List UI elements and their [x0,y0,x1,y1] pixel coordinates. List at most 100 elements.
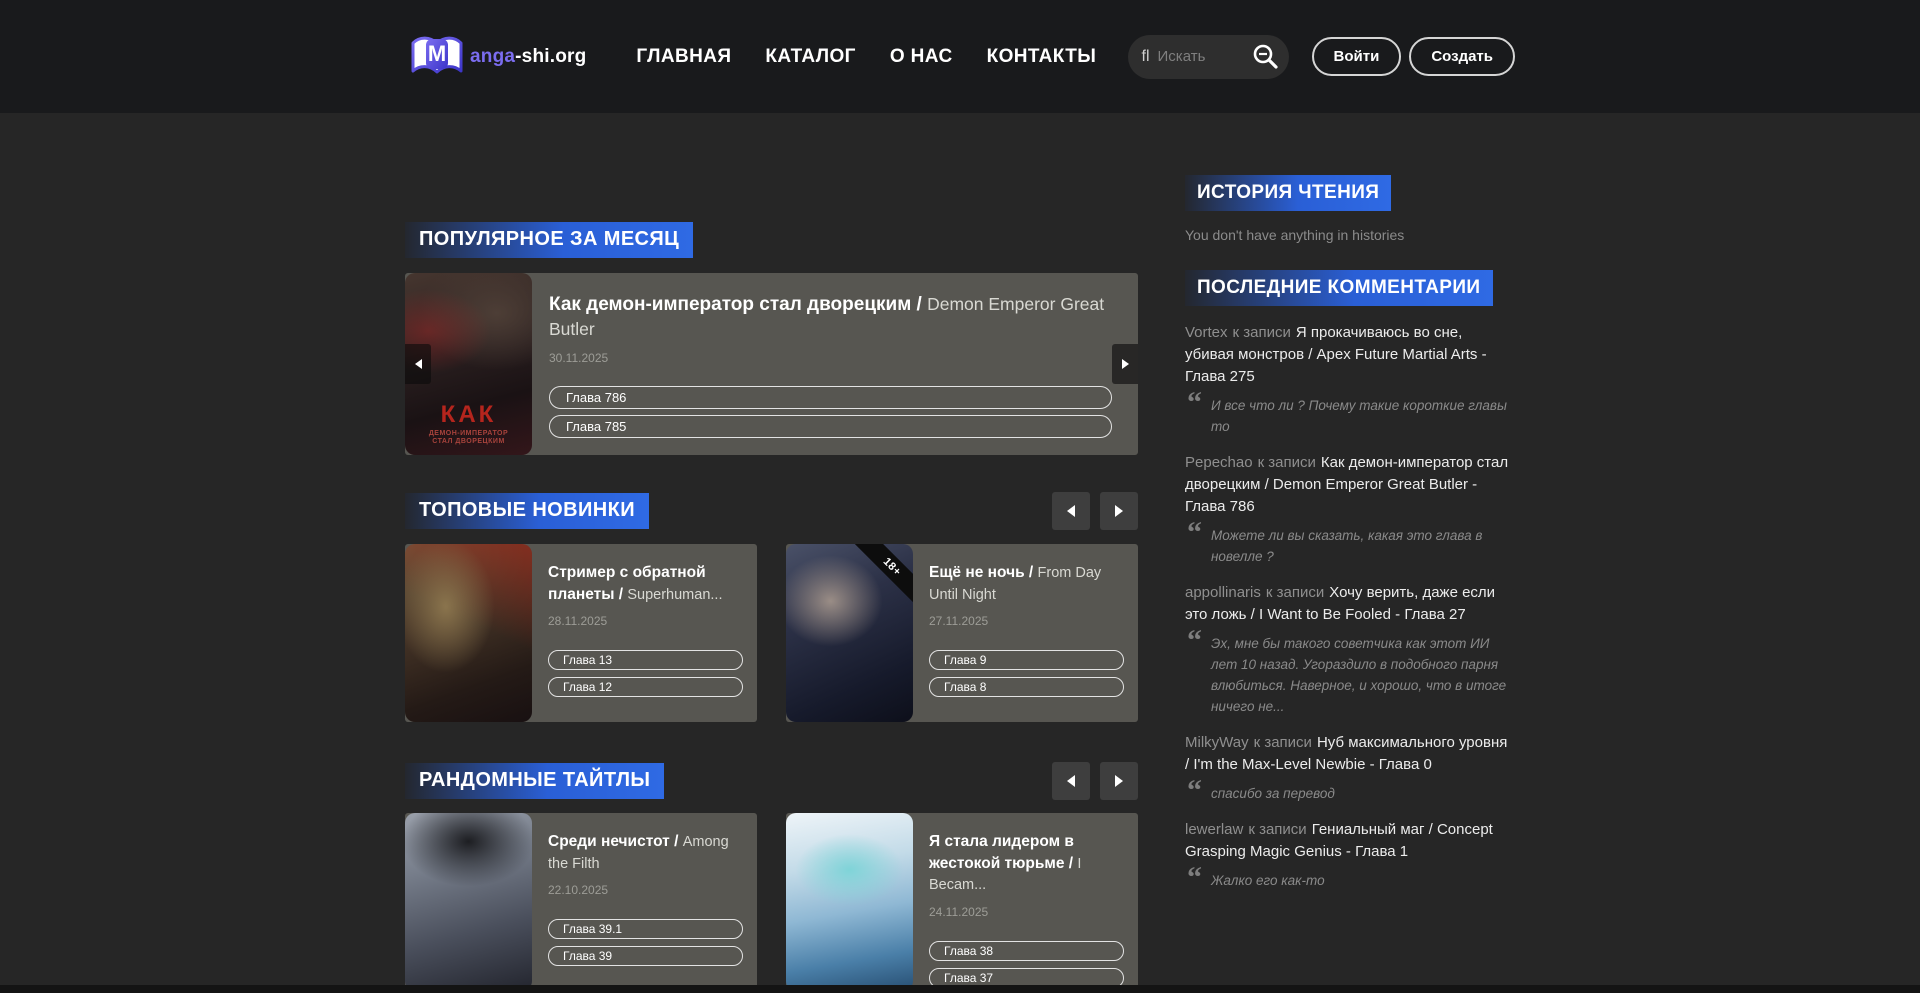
login-button[interactable]: Войти [1312,37,1402,76]
chevron-left-icon [1067,775,1075,787]
register-button[interactable]: Создать [1409,37,1515,76]
comment-item: Vortexк записиЯ прокачиваюсь во сне, уби… [1185,322,1515,438]
chapter-link[interactable]: Глава 785 [549,415,1112,438]
page-content: ПОПУЛЯРНОЕ ЗА МЕСЯЦ КАК ДЕМОН-ИМПЕРАТОР … [405,113,1515,985]
section-title-random: РАНДОМНЫЕ ТАЙТЛЫ [405,763,664,799]
carousel-prev-button[interactable] [1052,762,1090,800]
chapter-list: Глава 13 Глава 12 [548,650,739,697]
manga-card: 18+ Ещё не ночь / From Day Until Night 2… [786,544,1138,722]
comment-username: MilkyWay [1185,734,1249,751]
chapter-link[interactable]: Глава 39.1 [548,919,743,939]
chevron-left-icon [415,359,422,369]
chapter-link[interactable]: Глава 13 [548,650,743,670]
cards-row: Стример с обратной планеты / Superhuman.… [405,544,1138,722]
card-body: Как демон-император стал дворецким / Dem… [532,273,1138,455]
carousel-next-button[interactable] [1100,492,1138,530]
header: M anga-shi.org ГЛАВНАЯ КАТАЛОГ О НАС КОН… [0,0,1920,113]
comment-username: Vortex [1185,324,1228,341]
comment-text: Эх, мне бы такого советчика как этот ИИ … [1211,633,1515,718]
search-input[interactable] [1158,48,1252,65]
open-book-icon: M [410,34,464,80]
featured-prev-button[interactable] [405,344,431,384]
nav-home[interactable]: ГЛАВНАЯ [636,46,731,68]
cover-image[interactable] [786,813,913,985]
comment-text: Можете ли вы сказать, какая это глава в … [1211,525,1515,568]
chevron-right-icon [1122,359,1129,369]
quote-icon: “ [1187,633,1200,718]
comment-username: lewerlaw [1185,821,1243,838]
quote-icon: “ [1187,525,1200,568]
footer-strip [0,985,1920,993]
comment-item: Pepechaoк записиКак демон-император стал… [1185,452,1515,568]
manga-title-link[interactable]: Ещё не ночь / From Day Until Night [929,562,1120,605]
site-logo[interactable]: M anga-shi.org [410,34,586,80]
carousel-controls [1052,762,1138,800]
comment-text: Жалко его как-то [1211,870,1325,892]
history-title: ИСТОРИЯ ЧТЕНИЯ [1185,175,1391,211]
sidebar: ИСТОРИЯ ЧТЕНИЯ You don't have anything i… [1185,175,1515,985]
cover-image[interactable] [405,813,532,985]
carousel-next-button[interactable] [1100,762,1138,800]
comment-item: appollinarisк записиХочу верить, даже ес… [1185,582,1515,718]
cover-caption: КАК ДЕМОН-ИМПЕРАТОР СТАЛ ДВОРЕЦКИМ [405,400,532,448]
chapter-link[interactable]: Глава 38 [929,941,1124,961]
manga-card: Стример с обратной планеты / Superhuman.… [405,544,757,722]
chapter-link[interactable]: Глава 9 [929,650,1124,670]
chapter-link[interactable]: Глава 12 [548,677,743,697]
comment-text: спасибо за перевод [1211,783,1335,805]
update-date: 30.11.2025 [549,351,1112,365]
manga-title-link[interactable]: Я стала лидером в жестокой тюрьме / I Be… [929,831,1120,896]
chapter-list: Глава 39.1 Глава 39 [548,919,739,966]
search-box[interactable]: fl [1128,35,1289,79]
cover-image[interactable] [405,544,532,722]
main-column: ПОПУЛЯРНОЕ ЗА МЕСЯЦ КАК ДЕМОН-ИМПЕРАТОР … [405,175,1138,985]
history-empty-text: You don't have anything in histories [1185,227,1515,243]
manga-title-link[interactable]: Как демон-император стал дворецким / Dem… [549,293,1112,342]
nav-catalog[interactable]: КАТАЛОГ [765,46,855,68]
quote-icon: “ [1187,870,1200,892]
manga-title-link[interactable]: Среди нечистот / Among the Filth [548,831,739,874]
update-date: 24.11.2025 [929,905,1120,919]
search-submit-button[interactable] [1252,43,1279,70]
chevron-left-icon [1067,505,1075,517]
quote-icon: “ [1187,395,1200,438]
manga-card: Среди нечистот / Among the Filth 22.10.2… [405,813,757,985]
featured-next-button[interactable] [1112,344,1138,384]
carousel-prev-button[interactable] [1052,492,1090,530]
chapter-list: Глава 38 Глава 37 [929,941,1120,985]
manga-title-link[interactable]: Стример с обратной планеты / Superhuman.… [548,562,739,605]
section-title-top-new: ТОПОВЫЕ НОВИНКИ [405,493,649,529]
chapter-link[interactable]: Глава 8 [929,677,1124,697]
chapter-link[interactable]: Глава 39 [548,946,743,966]
chevron-right-icon [1115,775,1123,787]
update-date: 28.11.2025 [548,614,739,628]
section-title-popular: ПОПУЛЯРНОЕ ЗА МЕСЯЦ [405,222,693,258]
nav-about[interactable]: О НАС [890,46,953,68]
carousel-controls [1052,492,1138,530]
comment-text: И все что ли ? Почему такие короткие гла… [1211,395,1515,438]
logo-monogram: M [428,41,446,67]
main-nav: ГЛАВНАЯ КАТАЛОГ О НАС КОНТАКТЫ [636,46,1096,68]
comment-item: lewerlawк записиГениальный маг / Concept… [1185,819,1515,892]
chapter-link[interactable]: Глава 786 [549,386,1112,409]
chapter-link[interactable]: Глава 37 [929,968,1124,985]
update-date: 27.11.2025 [929,614,1120,628]
nav-contacts[interactable]: КОНТАКТЫ [987,46,1097,68]
zoom-out-magnifier-icon [1252,43,1279,70]
comment-item: MilkyWayк записиНуб максимального уровня… [1185,732,1515,805]
featured-manga-card: КАК ДЕМОН-ИМПЕРАТОР СТАЛ ДВОРЕЦКИМ Как д… [405,273,1138,455]
comment-username: appollinaris [1185,584,1261,601]
chevron-right-icon [1115,505,1123,517]
comments-title: ПОСЛЕДНИЕ КОММЕНТАРИИ [1185,270,1493,306]
comments-list: Vortexк записиЯ прокачиваюсь во сне, уби… [1185,322,1515,892]
comment-manga-link[interactable]: Я прокачиваюсь во сне, убивая монстров /… [1185,324,1487,385]
cards-row: Среди нечистот / Among the Filth 22.10.2… [405,813,1138,985]
chapter-list: Глава 786 Глава 785 [549,386,1112,438]
manga-card: Я стала лидером в жестокой тюрьме / I Be… [786,813,1138,985]
age-rating-badge: 18+ [852,544,913,607]
chapter-list: Глава 9 Глава 8 [929,650,1120,697]
quote-icon: “ [1187,783,1200,805]
comment-username: Pepechao [1185,454,1253,471]
logo-text: anga-shi.org [470,46,586,68]
cover-image[interactable]: 18+ [786,544,913,722]
